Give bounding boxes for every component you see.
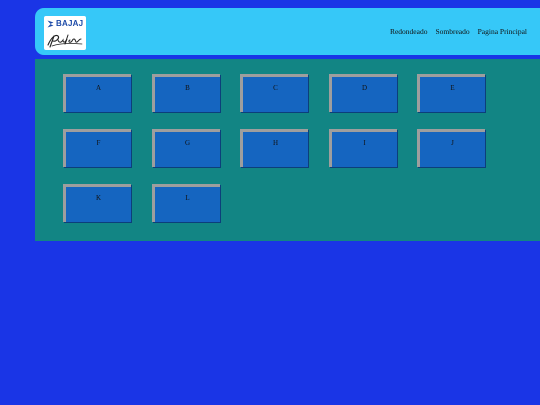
bajaj-pulsar-logo[interactable]: BAJAJ bbox=[44, 16, 86, 50]
tile-label: A bbox=[95, 84, 102, 92]
tile-grid-panel: A B C D E F G H I J K L bbox=[35, 59, 540, 241]
tile-l[interactable]: L bbox=[152, 184, 220, 222]
bajaj-logo-top: BAJAJ bbox=[47, 19, 83, 29]
nav-link-pagina-principal[interactable]: Pagina Principal bbox=[478, 27, 527, 36]
tile-label: J bbox=[451, 139, 454, 147]
tile-label: D bbox=[361, 84, 368, 92]
tile-h[interactable]: H bbox=[240, 129, 308, 167]
tile-label: K bbox=[95, 194, 102, 202]
tile-label: I bbox=[363, 139, 366, 147]
tile-g[interactable]: G bbox=[152, 129, 220, 167]
tile-a[interactable]: A bbox=[63, 74, 131, 112]
tile-k[interactable]: K bbox=[63, 184, 131, 222]
tile-b[interactable]: B bbox=[152, 74, 220, 112]
tile-label: G bbox=[184, 139, 191, 147]
pulsar-script-logo bbox=[47, 34, 83, 48]
tile-f[interactable]: F bbox=[63, 129, 131, 167]
tile-label: B bbox=[185, 84, 190, 92]
tile-e[interactable]: E bbox=[417, 74, 485, 112]
tile-i[interactable]: I bbox=[329, 129, 397, 167]
tile-j[interactable]: J bbox=[417, 129, 485, 167]
tile-label: H bbox=[272, 139, 279, 147]
main-nav: Redondeado Sombreado Pagina Principal bbox=[382, 8, 527, 55]
bajaj-emblem-icon bbox=[47, 20, 54, 28]
tile-label: L bbox=[185, 194, 190, 202]
brand-name: BAJAJ bbox=[56, 19, 84, 28]
tile-label: F bbox=[96, 139, 101, 147]
nav-link-sombreado[interactable]: Sombreado bbox=[435, 27, 469, 36]
tile-label: C bbox=[273, 84, 278, 92]
tile-label: E bbox=[450, 84, 455, 92]
tile-d[interactable]: D bbox=[329, 74, 397, 112]
tile-c[interactable]: C bbox=[240, 74, 308, 112]
nav-link-redondeado[interactable]: Redondeado bbox=[390, 27, 428, 36]
header-bar: BAJAJ Redondeado Sombreado Pagina Princi… bbox=[35, 8, 540, 55]
